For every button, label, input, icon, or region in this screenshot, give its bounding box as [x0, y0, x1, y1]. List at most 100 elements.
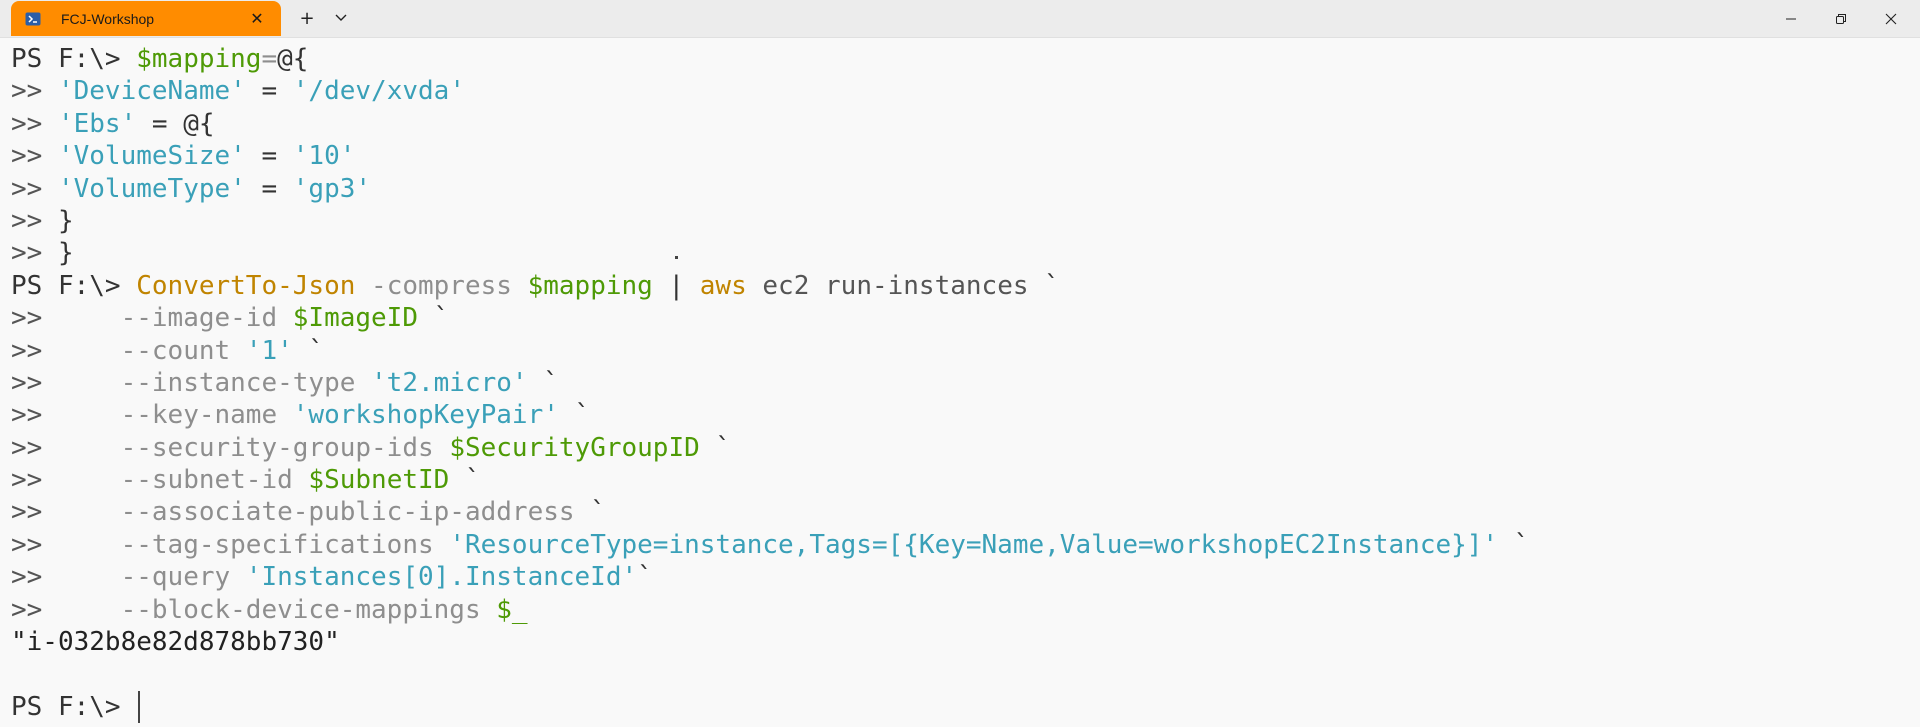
close-icon	[1885, 13, 1897, 24]
terminal-token: @{	[277, 44, 309, 74]
terminal-token: >>	[11, 367, 121, 398]
terminal-token: 'Instances[0].InstanceId'	[245, 562, 638, 593]
terminal-token: |	[652, 270, 700, 301]
terminal-token: `	[292, 335, 325, 366]
powershell-icon	[25, 11, 41, 27]
terminal-token: >>	[11, 141, 58, 172]
terminal-line: PS F:\> ConvertTo-Json -compress $mappin…	[11, 270, 1920, 302]
terminal-token: >>	[11, 238, 58, 269]
terminal-line: >> 'VolumeType' = 'gp3'	[11, 173, 1920, 205]
terminal-token: --image-id	[120, 303, 293, 334]
terminal-token: '10'	[292, 141, 356, 172]
terminal-token: PS F:\>	[11, 691, 137, 722]
close-button[interactable]	[1866, 0, 1916, 37]
terminal-token: 'VolumeSize'	[57, 141, 246, 172]
terminal-line: >> --count '1' `	[11, 335, 1920, 367]
terminal-token: --tag-specifications	[120, 529, 450, 560]
terminal-token: }	[57, 238, 74, 269]
terminal-token: --block-device-mappings	[120, 594, 497, 625]
terminal-token: --instance-type	[120, 367, 372, 398]
terminal-token: `	[699, 432, 732, 463]
terminal-line: >> 'Ebs' = @{	[11, 108, 1920, 140]
terminal-token: =	[245, 76, 293, 107]
terminal-line: >> --image-id $ImageID `	[11, 302, 1920, 334]
terminal-token: $ImageID	[292, 303, 418, 334]
terminal-token: 'ResourceType=instance,Tags=[{Key=Name,V…	[449, 529, 1499, 560]
terminal-token: >>	[11, 465, 121, 496]
terminal-token: --key-name	[120, 400, 293, 431]
chevron-down-icon	[335, 14, 347, 21]
terminal-line: >> }	[11, 237, 1920, 269]
terminal-token: --security-group-ids	[120, 432, 450, 463]
terminal-line: >> 'DeviceName' = '/dev/xvda'	[11, 75, 1920, 107]
terminal-token: >>	[11, 335, 121, 366]
terminal-token: >>	[11, 497, 121, 528]
terminal-token: PS F:\>	[11, 270, 137, 301]
terminal-token: '/dev/xvda'	[292, 76, 465, 107]
terminal-token: $SecurityGroupID	[449, 432, 700, 463]
terminal-token: `	[1044, 270, 1060, 301]
terminal-line: >> --block-device-mappings $_	[11, 594, 1920, 626]
terminal-line: >> --instance-type 't2.micro' `	[11, 367, 1920, 399]
terminal-line: >> --query 'Instances[0].InstanceId'`	[11, 561, 1920, 593]
terminal-token: 'gp3'	[292, 173, 372, 204]
terminal-token: ConvertTo-Json	[136, 270, 356, 301]
terminal-token: >>	[11, 562, 121, 593]
terminal-token: `	[418, 303, 450, 334]
terminal-token: --query	[120, 562, 246, 593]
minimize-icon	[1786, 18, 1796, 19]
minimize-button[interactable]	[1766, 0, 1816, 37]
terminal-token: -compress	[355, 270, 528, 301]
tab-title: FCJ-Workshop	[61, 10, 155, 27]
tab-dropdown-button[interactable]	[324, 4, 358, 32]
terminal-token: --subnet-id	[120, 465, 309, 496]
terminal-token: >>	[11, 76, 58, 107]
terminal-token: 't2.micro'	[371, 367, 528, 398]
terminal-token: aws	[699, 270, 747, 301]
terminal-token: `	[558, 400, 591, 431]
terminal-token: }	[57, 205, 74, 236]
terminal-token: =	[245, 141, 293, 172]
terminal-line: >> --key-name 'workshopKeyPair' `	[11, 399, 1920, 431]
tab-close-icon[interactable]: ✕	[243, 5, 271, 33]
terminal-token: =	[261, 44, 278, 74]
terminal-token: >>	[11, 303, 121, 334]
terminal-line: >> --associate-public-ip-address `	[11, 496, 1920, 528]
terminal-token: >>	[11, 432, 121, 463]
tab-fcj-workshop[interactable]: FCJ-Workshop ✕	[11, 1, 281, 36]
terminal-line: >> --subnet-id $SubnetID `	[11, 464, 1920, 496]
terminal-token: >>	[11, 594, 121, 625]
terminal-token: 'Ebs'	[57, 108, 137, 139]
terminal-token: 'DeviceName'	[57, 76, 246, 107]
terminal-token: $SubnetID	[308, 465, 450, 496]
new-tab-button[interactable]: +	[290, 4, 324, 32]
terminal-line: PS F:\>	[11, 690, 1920, 723]
terminal-token: @{	[183, 108, 215, 139]
terminal-token: `	[637, 562, 653, 593]
terminal-token: =	[245, 173, 293, 204]
terminal-token: >>	[11, 173, 58, 204]
terminal-output[interactable]: PS F:\> $mapping=@{>> 'DeviceName' = '/d…	[11, 43, 1920, 727]
terminal-token: >>	[11, 205, 58, 236]
terminal-token: >>	[11, 529, 121, 560]
terminal-token: ec2 run-instances	[746, 270, 1045, 301]
terminal-token: `	[1498, 529, 1530, 560]
terminal-line: >> --security-group-ids $SecurityGroupID…	[11, 432, 1920, 464]
terminal-token: PS F:\>	[11, 44, 137, 74]
terminal-token: $mapping	[527, 270, 653, 301]
terminal-token: `	[527, 367, 559, 398]
terminal-token: `	[449, 465, 481, 496]
terminal-token: =	[136, 108, 184, 139]
restore-button[interactable]	[1816, 0, 1866, 37]
terminal-token: "i-032b8e82d878bb730"	[11, 627, 340, 658]
terminal-token: --count	[120, 335, 246, 366]
terminal-token: >>	[11, 400, 121, 431]
terminal-line: >> --tag-specifications 'ResourceType=in…	[11, 529, 1920, 561]
terminal-token: `	[590, 497, 606, 528]
restore-icon	[1836, 13, 1846, 24]
terminal-token: $mapping	[136, 44, 262, 74]
stray-dot	[675, 256, 678, 259]
terminal-line: >> 'VolumeSize' = '10'	[11, 140, 1920, 172]
terminal-token: 'VolumeType'	[57, 173, 246, 204]
